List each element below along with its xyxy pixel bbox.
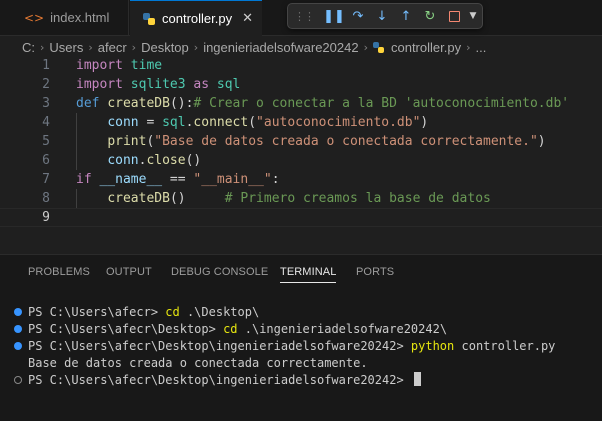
code-line[interactable]: 8 createDB() # Primero creamos la base d… — [0, 189, 602, 208]
python-file-icon — [143, 12, 155, 25]
line-number: 8 — [42, 191, 50, 206]
chevron-right-icon: › — [88, 40, 93, 54]
tab-label: index.html — [50, 10, 110, 25]
chevron-right-icon: › — [131, 40, 137, 54]
breadcrumb-item[interactable]: controller.py — [391, 40, 461, 55]
code-text: print("Base de datos creada o conectada … — [107, 134, 546, 149]
command-success-icon[interactable] — [14, 342, 22, 350]
code-line[interactable]: 9 — [0, 208, 602, 227]
code-line[interactable]: 7 if __name__ == "__main__": — [0, 170, 602, 189]
code-text: conn = sql.connect("autoconocimiento.db"… — [107, 115, 429, 130]
tab-index-html[interactable]: <> index.html — [0, 0, 129, 35]
chevron-right-icon: › — [363, 40, 368, 54]
line-number: 6 — [42, 153, 50, 168]
breadcrumb-item[interactable]: ingenieriadelsofware20242 — [203, 40, 358, 55]
code-text: import time — [76, 58, 163, 73]
code-editor[interactable]: 1 import time 2 import sqlite3 as sql 3 def c… — [0, 56, 602, 236]
code-line[interactable]: 2 import sqlite3 as sql — [0, 75, 602, 94]
breadcrumb-item[interactable]: Users — [49, 40, 83, 55]
python-file-icon — [372, 41, 384, 53]
pause-icon[interactable]: ❚❚ — [322, 9, 346, 24]
line-number: 1 — [42, 58, 50, 73]
code-line[interactable]: 4 conn = sql.connect("autoconocimiento.d… — [0, 113, 602, 132]
code-line[interactable]: 5 print("Base de datos creada o conectad… — [0, 132, 602, 151]
code-text: createDB() # Primero creamos la base de … — [107, 191, 491, 206]
code-line[interactable]: 1 import time — [0, 56, 602, 75]
chevron-right-icon: › — [40, 40, 45, 54]
close-icon[interactable]: ✕ — [242, 11, 253, 26]
line-number: 3 — [42, 96, 50, 111]
step-into-icon[interactable]: ↓ — [370, 9, 394, 24]
line-number: 5 — [42, 134, 50, 149]
code-text: conn.close() — [107, 153, 202, 168]
editor-tab-bar: <> index.html controller.py ✕ ⋮⋮ ❚❚ ↷ ↓ … — [0, 0, 602, 36]
line-number: 7 — [42, 172, 50, 187]
code-text: if __name__ == "__main__": — [76, 172, 280, 187]
bottom-panel: PROBLEMS OUTPUT DEBUG CONSOLE TERMINAL P… — [0, 254, 602, 421]
tab-terminal[interactable]: TERMINAL — [280, 255, 337, 289]
breadcrumb-item[interactable]: Desktop — [141, 40, 189, 55]
restart-icon[interactable]: ↻ — [418, 9, 442, 24]
breadcrumb: C: › Users › afecr › Desktop › ingenieri… — [0, 36, 602, 58]
chevron-down-icon[interactable]: ▼ — [466, 11, 480, 21]
tab-ports[interactable]: PORTS — [356, 255, 394, 289]
command-pending-icon[interactable] — [14, 376, 22, 384]
tab-controller-py[interactable]: controller.py ✕ — [130, 0, 262, 36]
line-number: 9 — [42, 210, 50, 225]
step-over-icon[interactable]: ↷ — [346, 9, 370, 24]
code-line[interactable]: 3 def createDB():# Crear o conectar a la … — [0, 94, 602, 113]
stop-icon[interactable] — [442, 9, 466, 24]
code-text: import sqlite3 as sql — [76, 77, 241, 92]
terminal-cursor — [413, 372, 421, 386]
step-out-icon[interactable]: ↑ — [394, 9, 418, 24]
breadcrumb-item[interactable]: ... — [475, 40, 486, 55]
chevron-right-icon: › — [193, 40, 199, 54]
line-number: 2 — [42, 77, 50, 92]
code-text: def createDB():# Crear o conectar a la B… — [76, 96, 570, 111]
tab-output[interactable]: OUTPUT — [106, 255, 152, 289]
breadcrumb-item[interactable]: afecr — [98, 40, 127, 55]
debug-toolbar: ⋮⋮ ❚❚ ↷ ↓ ↑ ↻ ▼ — [287, 3, 483, 29]
html-file-icon: <> — [24, 10, 45, 25]
chevron-right-icon: › — [466, 40, 471, 54]
breadcrumb-item[interactable]: C: — [22, 40, 35, 55]
panel-tabs: PROBLEMS OUTPUT DEBUG CONSOLE TERMINAL P… — [0, 255, 602, 289]
command-success-icon[interactable] — [14, 325, 22, 333]
line-number: 4 — [42, 115, 50, 130]
code-line[interactable]: 6 conn.close() — [0, 151, 602, 170]
command-success-icon[interactable] — [14, 308, 22, 316]
tab-label: controller.py — [162, 11, 233, 26]
tab-problems[interactable]: PROBLEMS — [28, 255, 90, 289]
drag-grip-icon[interactable]: ⋮⋮ — [294, 10, 315, 23]
tab-debug-console[interactable]: DEBUG CONSOLE — [171, 255, 268, 289]
